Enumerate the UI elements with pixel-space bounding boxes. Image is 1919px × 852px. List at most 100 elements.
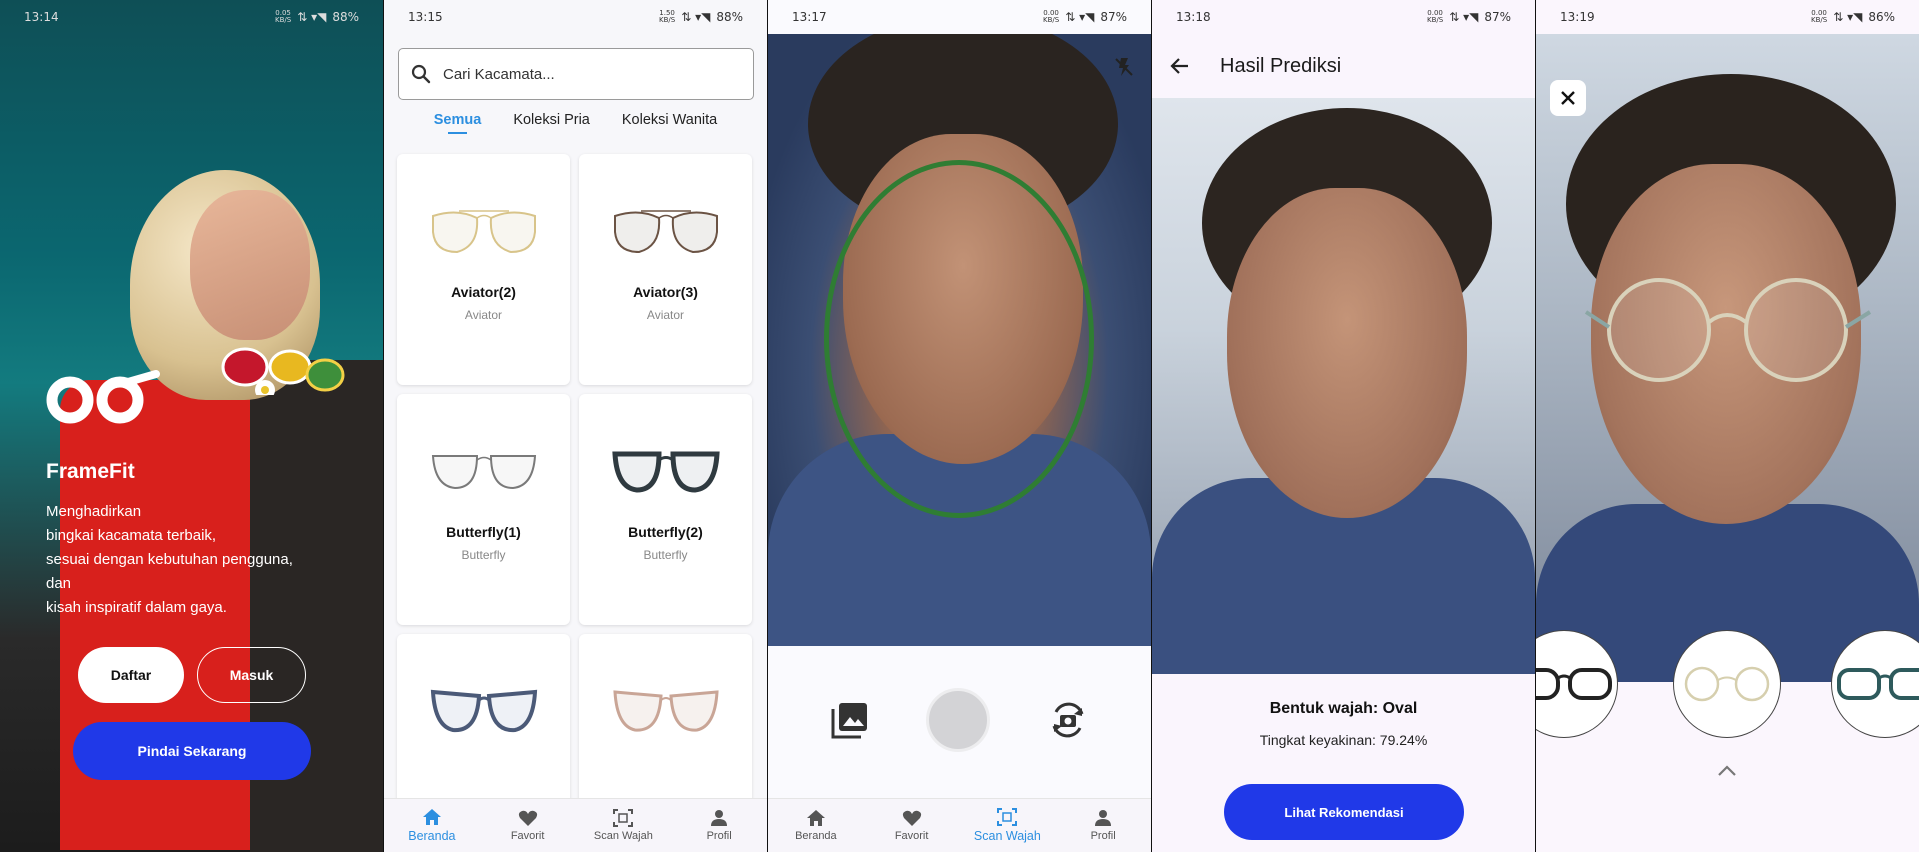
- status-bar: 13:15 1.50 KB/S ⇅ ▾◥ 88%: [384, 0, 767, 34]
- close-icon: [1561, 91, 1575, 105]
- catalog-screen: 13:15 1.50KB/S ⇅ ▾◥ 88% Semua Koleksi Pr…: [384, 0, 767, 852]
- signal-icon: ⇅ ▾◥: [297, 10, 327, 24]
- app-bar: Hasil Prediksi: [1152, 34, 1535, 98]
- flash-off-icon[interactable]: [1113, 56, 1135, 78]
- welcome-screen: 13:14 0.05 KB/S ⇅ ▾◥ 88% FrameFit Menghad…: [0, 0, 383, 852]
- gallery-icon[interactable]: [830, 700, 870, 740]
- signal-icon: ⇅ ▾◥: [1449, 10, 1479, 24]
- frame-option[interactable]: [1536, 630, 1618, 738]
- framefit-logo: [46, 370, 160, 424]
- status-bar: 13:19 0.00 KB/S ⇅ ▾◥ 86%: [1536, 0, 1919, 34]
- frame-option-selected[interactable]: [1673, 630, 1781, 738]
- product-card[interactable]: Butterfly(2) Butterfly: [579, 394, 752, 625]
- shutter-button[interactable]: [925, 688, 990, 752]
- result-screen: 13:18 0.00 KB/S ⇅ ▾◥ 87% Hasil Prediksi B…: [1152, 0, 1535, 852]
- product-card[interactable]: Aviator(3) Aviator: [579, 154, 752, 385]
- black-glasses-icon: [1536, 668, 1612, 700]
- battery-level: 87%: [1100, 10, 1127, 24]
- cat-eye-glasses-image: [612, 690, 719, 732]
- home-icon: [422, 809, 441, 825]
- nav-beranda[interactable]: Beranda: [387, 808, 477, 843]
- teal-glasses-icon: [1837, 668, 1919, 700]
- network-speed: 0.05 KB/S: [275, 9, 292, 24]
- nav-profil[interactable]: Profil: [1058, 809, 1148, 842]
- face-guide-oval: [824, 160, 1094, 518]
- bottom-nav: Beranda Favorit Scan Wajah Profil: [384, 798, 767, 852]
- switch-camera-icon[interactable]: [1046, 698, 1090, 742]
- qr-scan-icon: [997, 808, 1018, 826]
- app-name: FrameFit: [46, 460, 135, 483]
- product-name: Butterfly(2): [628, 524, 703, 540]
- signal-icon: ⇅ ▾◥: [1833, 10, 1863, 24]
- aviator-glasses-image: [431, 210, 536, 254]
- colorful-glasses-icon: [221, 347, 345, 395]
- status-bar: 13:17 0.00 KB/S ⇅ ▾◥ 87%: [768, 0, 1151, 34]
- butterfly-glasses-image: [611, 451, 720, 493]
- product-card[interactable]: Butterfly(1) Butterfly: [397, 394, 570, 625]
- network-speed: 0.00 KB/S: [1427, 9, 1444, 24]
- status-bar: 13:18 0.00 KB/S ⇅ ▾◥ 87%: [1152, 0, 1535, 34]
- frame-option[interactable]: [1831, 630, 1919, 738]
- heart-icon: [518, 810, 537, 826]
- view-recommendation-button[interactable]: Lihat Rekomendasi: [1224, 784, 1464, 840]
- nav-favorit[interactable]: Favorit: [483, 809, 573, 842]
- product-card[interactable]: Aviator(2) Aviator: [397, 154, 570, 385]
- product-category: Aviator: [464, 308, 503, 322]
- product-name: Aviator(2): [451, 284, 516, 300]
- tab-koleksi-wanita[interactable]: Koleksi Wanita: [622, 112, 717, 134]
- scan-screen: 13:17 0.00 KB/S ⇅ ▾◥ 87% Beranda Favorit…: [768, 0, 1151, 852]
- tab-semua[interactable]: Semua: [434, 112, 481, 134]
- nav-beranda[interactable]: Beranda: [771, 809, 861, 842]
- confidence-text: Tingkat keyakinan: 79.24%: [1259, 732, 1428, 748]
- battery-level: 87%: [1484, 10, 1511, 24]
- home-icon: [806, 810, 825, 826]
- status-time: 13:18: [1176, 10, 1211, 24]
- tab-koleksi-pria[interactable]: Koleksi Pria: [513, 112, 590, 134]
- camera-controls: [768, 688, 1151, 752]
- heart-icon: [902, 810, 921, 826]
- status-time: 13:19: [1560, 10, 1595, 24]
- aviator-glasses-image: [613, 210, 718, 254]
- nav-scan-wajah[interactable]: Scan Wajah: [962, 808, 1052, 843]
- network-speed: 0.00 KB/S: [1043, 9, 1060, 24]
- battery-level: 88%: [332, 10, 359, 24]
- person-icon: [711, 810, 728, 826]
- camera-preview: [768, 34, 1151, 646]
- cat-eye-glasses-image: [430, 689, 537, 733]
- prediction-result: Bentuk wajah: Oval Tingkat keyakinan: 79…: [1152, 700, 1535, 748]
- chevron-up-icon[interactable]: [1716, 764, 1738, 778]
- status-time: 13:17: [792, 10, 827, 24]
- scan-now-button[interactable]: Pindai Sekarang: [73, 722, 311, 780]
- back-arrow-icon[interactable]: [1170, 57, 1190, 75]
- person-icon: [1095, 810, 1112, 826]
- product-name: Aviator(3): [633, 284, 698, 300]
- tryon-screen: 13:19 0.00 KB/S ⇅ ▾◥ 86%: [1536, 0, 1919, 852]
- captured-face-photo: [1152, 98, 1535, 674]
- search-icon: [411, 64, 431, 84]
- register-button[interactable]: Daftar: [78, 647, 184, 703]
- nav-favorit[interactable]: Favorit: [867, 809, 957, 842]
- battery-level: 88%: [716, 10, 743, 24]
- nav-profil[interactable]: Profil: [674, 809, 764, 842]
- search-input[interactable]: [443, 65, 723, 83]
- product-name: Butterfly(1): [446, 524, 521, 540]
- virtual-glasses-overlay: [1584, 278, 1872, 382]
- product-category: Aviator: [646, 308, 685, 322]
- status-time: 13:14: [24, 10, 59, 24]
- search-bar[interactable]: [398, 48, 754, 100]
- network-speed: 0.00 KB/S: [1811, 9, 1828, 24]
- signal-icon: ⇅ ▾◥: [681, 10, 711, 24]
- close-button[interactable]: [1550, 80, 1586, 116]
- product-category: Butterfly: [461, 548, 506, 562]
- nav-scan-wajah[interactable]: Scan Wajah: [578, 809, 668, 842]
- network-speed: 1.50 KB/S: [659, 9, 676, 24]
- product-grid: Aviator(2) Aviator Aviator(3) Aviator Bu…: [397, 154, 755, 852]
- status-time: 13:15: [408, 10, 443, 24]
- battery-level: 86%: [1868, 10, 1895, 24]
- status-bar: 13:14 0.05 KB/S ⇅ ▾◥ 88%: [0, 0, 383, 34]
- signal-icon: ⇅ ▾◥: [1065, 10, 1095, 24]
- bottom-nav: Beranda Favorit Scan Wajah Profil: [768, 798, 1151, 852]
- login-button[interactable]: Masuk: [197, 647, 306, 703]
- page-title: Hasil Prediksi: [1220, 54, 1342, 77]
- face-shape-text: Bentuk wajah: Oval: [1269, 700, 1418, 717]
